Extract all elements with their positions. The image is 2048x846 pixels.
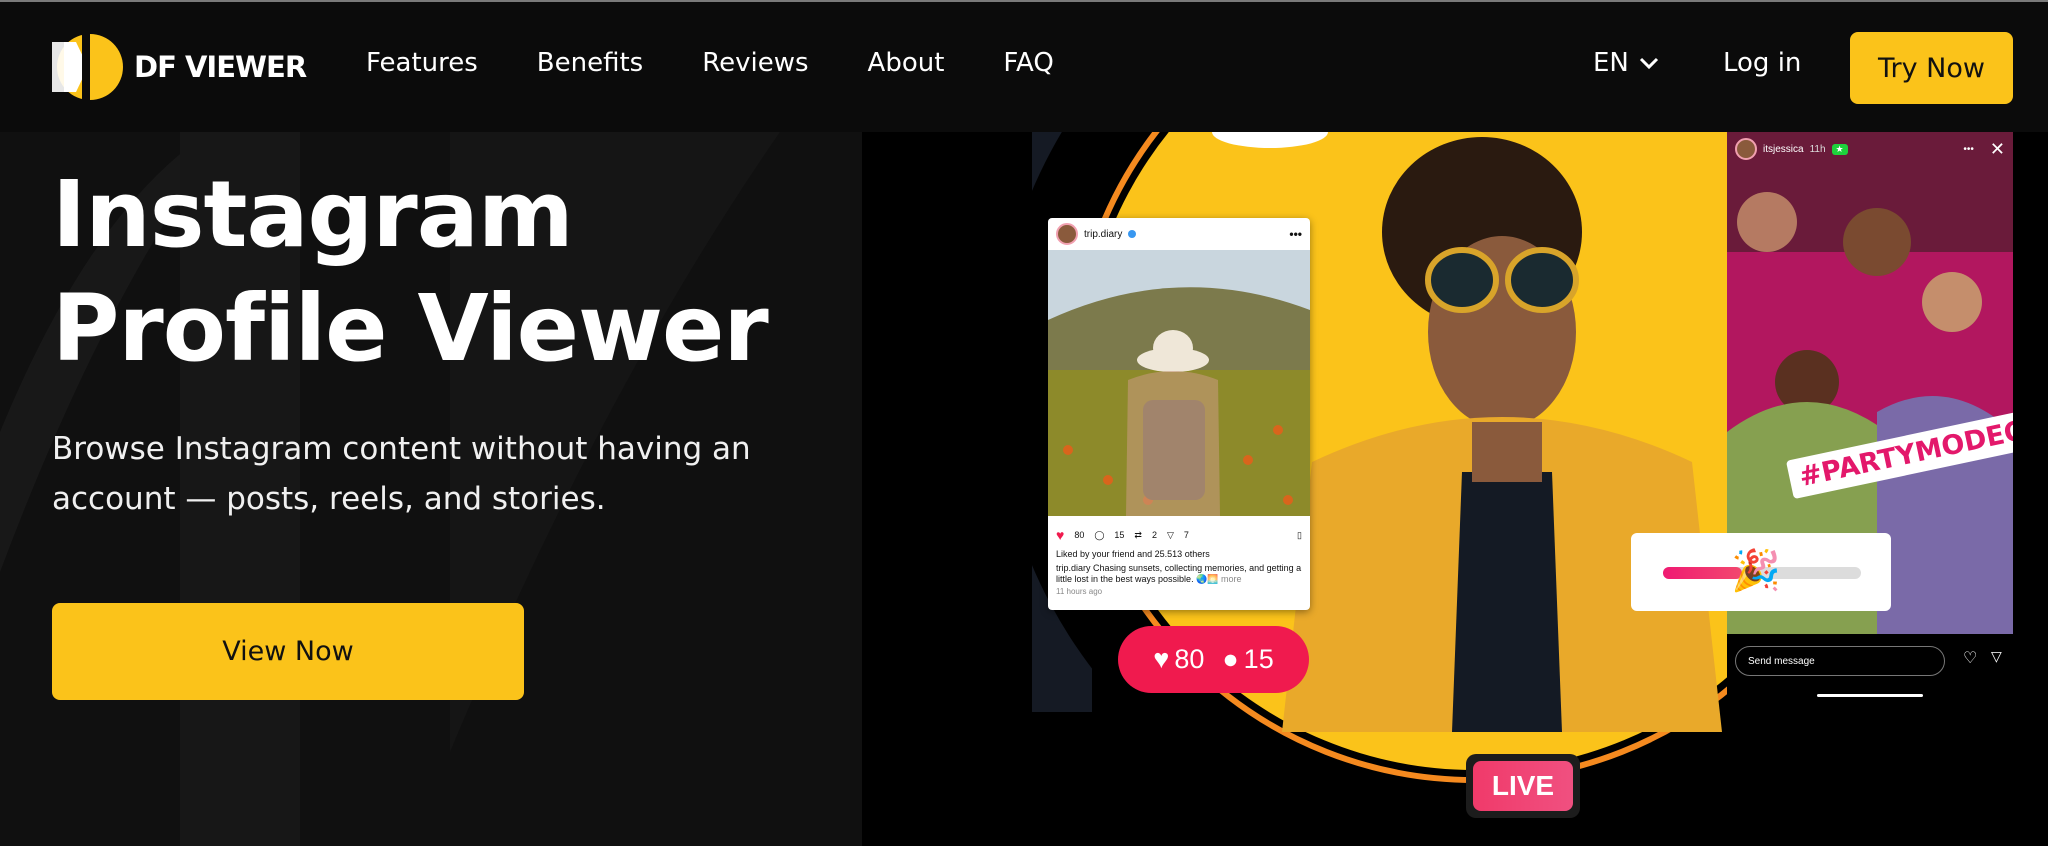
nav-reviews[interactable]: Reviews (702, 48, 808, 78)
more-options-icon[interactable]: ••• (1963, 144, 1974, 155)
comment-icon[interactable]: ◯ (1094, 530, 1104, 541)
more-options-icon: ••• (1289, 227, 1302, 241)
nav-faq[interactable]: FAQ (1003, 48, 1053, 78)
logo-mark-icon (52, 34, 123, 100)
comment-bubble-icon: ● (1222, 644, 1239, 674)
live-badge: LIVE (1466, 754, 1580, 818)
like-count: 80 (1074, 530, 1085, 540)
try-now-button[interactable]: Try Now (1850, 32, 2013, 104)
comment-count: 15 (1114, 530, 1125, 540)
language-label: EN (1593, 48, 1629, 78)
login-link[interactable]: Log in (1723, 48, 1801, 78)
post-time: 11 hours ago (1056, 587, 1103, 596)
language-selector[interactable]: EN (1593, 48, 1659, 78)
share-count: 7 (1183, 530, 1189, 540)
post-liked-by: Liked by your friend and 25.513 others (1048, 549, 1310, 559)
liked-by-prefix: Liked by (1056, 549, 1090, 559)
story-age: 11h (1809, 143, 1826, 155)
share-icon[interactable]: ▽ (1167, 530, 1174, 541)
instagram-post-card: trip.diary ••• ♥ 80 ◯ 15 ⇄ 2 ▽ 7 ▯ Liked by … (1048, 218, 1310, 610)
close-friends-icon: ★ (1831, 143, 1848, 155)
heart-outline-icon[interactable]: ♡ (1963, 648, 1977, 668)
liked-by-suffix: others (1184, 549, 1210, 559)
view-now-button[interactable]: View Now (52, 603, 524, 700)
nav-features[interactable]: Features (366, 48, 478, 78)
liked-by-count: 25.513 (1154, 549, 1183, 559)
party-popper-icon[interactable]: 🎉 (1731, 547, 1781, 594)
close-icon[interactable]: ✕ (1990, 139, 2005, 160)
liked-by-mid: and (1137, 549, 1153, 559)
repost-count: 2 (1151, 530, 1157, 540)
story-username: itsjessica (1763, 143, 1804, 155)
send-icon[interactable]: ▽ (1991, 648, 2002, 665)
verified-icon (1128, 230, 1137, 238)
heart-icon: ♥ (1153, 644, 1170, 674)
hero-subtitle: Browse Instagram content without having … (52, 431, 751, 517)
bookmark-icon[interactable]: ▯ (1297, 530, 1302, 541)
brand-name: DF VIEWER (134, 50, 307, 84)
post-photo (1048, 250, 1310, 516)
hero-title: Instagram Profile Viewer (52, 161, 769, 382)
home-indicator (1817, 694, 1923, 697)
instagram-story-card: itsjessica 11h ★ ••• ✕ #PARTYMODEON Send… (1727, 132, 2013, 702)
nav-about[interactable]: About (868, 48, 945, 78)
caption-text: Chasing sunsets, collecting memories, an… (1056, 563, 1302, 584)
main-nav: Features Benefits Reviews About FAQ (366, 48, 1054, 78)
engagement-counter: ♥ 80 ● 15 (1118, 626, 1309, 693)
post-username: trip.diary (1084, 228, 1123, 240)
live-label: LIVE (1473, 761, 1573, 811)
like-icon[interactable]: ♥ (1056, 527, 1064, 543)
chevron-down-icon (1639, 57, 1658, 70)
site-header: DF VIEWER Features Benefits Reviews Abou… (0, 2, 2048, 132)
nav-benefits[interactable]: Benefits (537, 48, 643, 78)
post-header: trip.diary ••• (1048, 218, 1310, 250)
brand-logo[interactable]: DF VIEWER (50, 32, 307, 102)
repost-icon[interactable]: ⇄ (1134, 530, 1142, 541)
counter-likes: 80 (1174, 644, 1205, 674)
counter-comments: 15 (1243, 644, 1274, 674)
post-caption: trip.diary Chasing sunsets, collecting m… (1048, 559, 1310, 585)
send-message-input[interactable]: Send message (1735, 646, 1945, 676)
caption-username: trip.diary (1056, 563, 1091, 573)
avatar (1735, 138, 1757, 160)
caption-more-link[interactable]: more (1221, 574, 1242, 584)
post-actions: ♥ 80 ◯ 15 ⇄ 2 ▽ 7 ▯ (1048, 521, 1310, 549)
story-header: itsjessica 11h ★ ••• ✕ (1735, 138, 2005, 160)
liked-by-name: your friend (1092, 549, 1135, 559)
avatar (1056, 223, 1078, 245)
emoji-slider-sticker: 🎉 (1631, 533, 1891, 611)
